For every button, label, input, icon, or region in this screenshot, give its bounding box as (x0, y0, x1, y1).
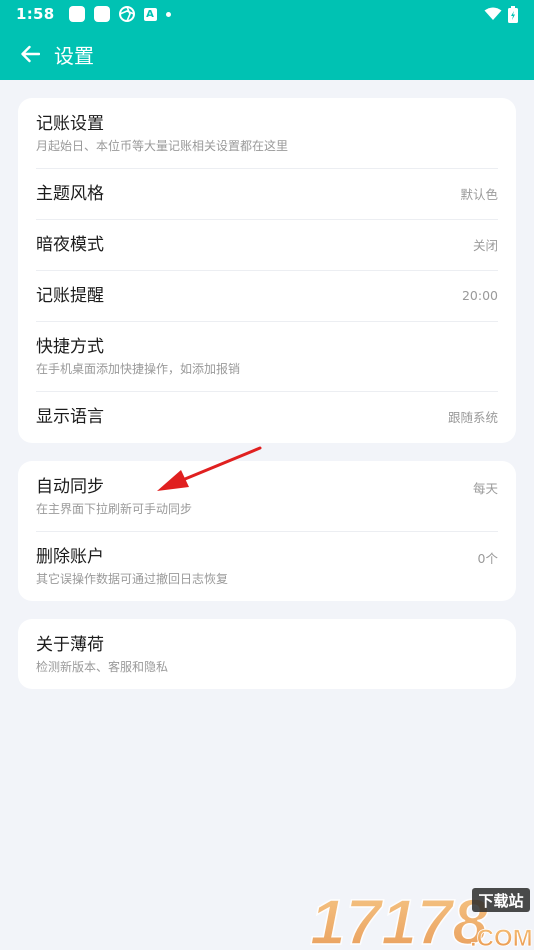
status-time: 1:58 (16, 5, 55, 23)
display-language-item[interactable]: 显示语言 跟随系统 (18, 391, 516, 442)
system-icons (484, 5, 518, 23)
item-title: 主题风格 (36, 183, 104, 204)
item-title: 快捷方式 (36, 336, 104, 357)
back-arrow-icon (21, 45, 40, 63)
item-title: 记账提醒 (36, 285, 104, 306)
wifi-icon (484, 7, 502, 20)
item-subtitle: 其它误操作数据可通过撤回日志恢复 (36, 571, 229, 586)
item-title: 删除账户 (36, 546, 104, 567)
battery-icon (508, 5, 518, 23)
notification-app-icon-2 (93, 6, 110, 22)
item-value: 默认色 (460, 187, 498, 202)
dark-mode-item[interactable]: 暗夜模式 关闭 (18, 219, 516, 270)
item-title: 关于薄荷 (36, 634, 104, 655)
watermark-badge: 下载站 (478, 892, 523, 910)
item-title: 记账设置 (36, 113, 104, 134)
delete-account-item[interactable]: 删除账户 其它误操作数据可通过撤回日志恢复 0个 (18, 531, 516, 601)
item-subtitle: 检测新版本、客服和隐私 (36, 659, 169, 674)
item-subtitle: 月起始日、本位币等大量记账相关设置都在这里 (36, 138, 289, 153)
item-value: 20:00 (461, 288, 498, 303)
app-bar: 设置 (0, 28, 534, 80)
item-title: 暗夜模式 (36, 234, 104, 255)
more-notifications-dot-icon (165, 11, 171, 17)
about-item[interactable]: 关于薄荷 检测新版本、客服和隐私 (18, 619, 516, 689)
settings-card-sync: 自动同步 在主界面下拉刷新可手动同步 每天 删除账户 其它误操作数据可通过撤回日… (18, 461, 516, 601)
shortcut-item[interactable]: 快捷方式 在手机桌面添加快捷操作，如添加报销 (18, 321, 516, 391)
item-value: 每天 (472, 481, 498, 496)
item-title: 显示语言 (36, 406, 104, 427)
watermark-logo-icon: 17178 下载站 .COM (309, 885, 533, 950)
status-bar: 1:58 A (0, 0, 534, 28)
back-button[interactable] (0, 28, 60, 80)
item-value: 跟随系统 (447, 410, 498, 425)
item-subtitle: 在主界面下拉刷新可手动同步 (36, 501, 193, 516)
item-subtitle: 在手机桌面添加快捷操作，如添加报销 (36, 361, 241, 376)
item-value: 关闭 (472, 238, 498, 253)
settings-card-general: 记账设置 月起始日、本位币等大量记账相关设置都在这里 主题风格 默认色 暗夜模式… (18, 98, 516, 443)
theme-style-item[interactable]: 主题风格 默认色 (18, 168, 516, 219)
watermark-domain: .COM (470, 925, 533, 950)
page-title: 设置 (54, 43, 94, 68)
bookkeeping-settings-item[interactable]: 记账设置 月起始日、本位币等大量记账相关设置都在这里 (18, 98, 516, 168)
notification-app-icon (68, 6, 85, 22)
settings-card-about: 关于薄荷 检测新版本、客服和隐私 (18, 619, 516, 689)
aperture-icon (118, 6, 135, 22)
item-value: 0个 (477, 551, 498, 566)
watermark-number: 17178 (310, 886, 488, 950)
font-a-icon: A (143, 7, 157, 21)
reminder-item[interactable]: 记账提醒 20:00 (18, 270, 516, 321)
item-title: 自动同步 (36, 476, 104, 497)
auto-sync-item[interactable]: 自动同步 在主界面下拉刷新可手动同步 每天 (18, 461, 516, 531)
notification-icons: A (68, 6, 171, 22)
